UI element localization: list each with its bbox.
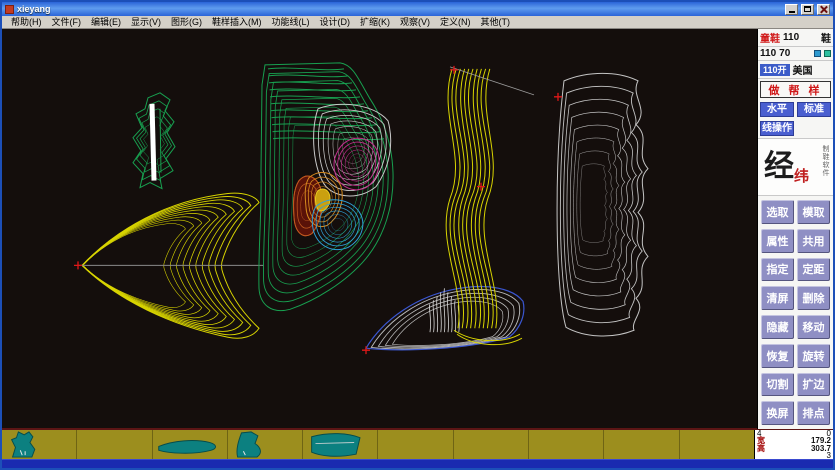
pattern-thumbnail[interactable] [303, 430, 378, 459]
tool-assign-button[interactable]: 指定 [761, 258, 794, 282]
tool-select-button[interactable]: 选取 [761, 200, 794, 224]
size-value: 110 [783, 32, 799, 43]
tool-properties-button[interactable]: 属性 [761, 229, 794, 253]
dim-b-value: 70 [779, 48, 790, 59]
tool-cut-button[interactable]: 切割 [761, 373, 794, 397]
close-button[interactable] [817, 4, 830, 15]
thumb-sole-piece-icon [153, 430, 227, 459]
pattern-thumbnail-empty[interactable] [529, 430, 604, 459]
minimize-icon [789, 11, 795, 13]
dims-row: 110 70 [758, 47, 833, 61]
grade-icon[interactable] [814, 50, 821, 57]
pattern-thumbnail-empty[interactable] [680, 430, 754, 459]
align-row: 水平 标准 [758, 100, 833, 119]
tool-sample-button[interactable]: 模取 [797, 200, 830, 224]
pattern-thumbnail-empty[interactable] [454, 430, 529, 459]
tool-fixed-distance-button[interactable]: 定距 [797, 258, 830, 282]
menubar: 帮助(H) 文件(F) 编辑(E) 显示(V) 图形(G) 鞋样插入(M) 功能… [2, 16, 833, 29]
shoe-type-label: 童鞋 [760, 30, 780, 45]
close-icon [820, 6, 827, 13]
tool-rotate-button[interactable]: 旋转 [797, 344, 830, 368]
window-title: xieyang [17, 3, 782, 15]
menu-other[interactable]: 其他(T) [477, 16, 515, 28]
minimize-button[interactable] [785, 4, 798, 15]
menu-define[interactable]: 定义(N) [436, 16, 475, 28]
height-label: 高 [757, 445, 765, 452]
size-system-button[interactable]: 110开 [760, 64, 790, 76]
right-panel: 童鞋 110 鞋 110 70 110开 美国 做 帮 样 水平 标准 线操作 [757, 29, 833, 429]
pattern-thumbnail[interactable] [228, 430, 303, 459]
tool-restore-button[interactable]: 恢复 [761, 344, 794, 368]
mode-row: 110开 美国 [758, 61, 833, 79]
thumb-upper-piece-icon [228, 430, 302, 459]
bottom-bar: 4 0 宽 179.2 高 303.7 3 [2, 429, 833, 459]
tool-hide-button[interactable]: 隐藏 [761, 315, 794, 339]
menu-observe[interactable]: 观察(V) [396, 16, 434, 28]
pattern-piece-wavy-yellow[interactable] [446, 67, 534, 345]
line-operation-button[interactable]: 线操作 [760, 121, 794, 136]
measure-icon[interactable] [824, 50, 831, 57]
tool-share-button[interactable]: 共用 [797, 229, 830, 253]
tool-button-grid: 选取 模取 属性 共用 指定 定距 清屏 删除 隐藏 移动 恢复 旋转 切割 扩… [758, 196, 833, 429]
thumb-patch-piece-icon [303, 430, 377, 459]
horizontal-button[interactable]: 水平 [760, 102, 794, 117]
pattern-piece-vamp-yellow[interactable] [78, 193, 264, 338]
pattern-thumbnail[interactable] [153, 430, 228, 459]
os-taskbar [2, 459, 833, 468]
menu-view[interactable]: 显示(V) [127, 16, 165, 28]
pattern-thumbnail-empty[interactable] [77, 430, 152, 459]
menu-pattern-insert[interactable]: 鞋样插入(M) [208, 16, 266, 28]
pattern-piece-heel-green[interactable] [133, 93, 175, 189]
menu-design[interactable]: 设计(D) [316, 16, 355, 28]
pattern-piece-quarter-gray[interactable] [557, 73, 648, 336]
menu-function-line[interactable]: 功能线(L) [268, 16, 314, 28]
pattern-thumbnail-empty[interactable] [378, 430, 453, 459]
menu-edit[interactable]: 编辑(E) [87, 16, 125, 28]
menu-graphics[interactable]: 图形(G) [167, 16, 206, 28]
app-icon [5, 5, 14, 14]
tool-expand-edge-button[interactable]: 扩边 [797, 373, 830, 397]
tool-delete-button[interactable]: 删除 [797, 286, 830, 310]
menu-scale[interactable]: 扩缩(K) [356, 16, 394, 28]
tool-move-button[interactable]: 移动 [797, 315, 830, 339]
maximize-button[interactable] [801, 4, 814, 15]
menu-help[interactable]: 帮助(H) [7, 16, 46, 28]
shoe-suffix-label: 鞋 [821, 30, 831, 45]
tool-clear-screen-button[interactable]: 清屏 [761, 286, 794, 310]
pattern-thumbnail-empty[interactable] [604, 430, 679, 459]
standard-button[interactable]: 标准 [797, 102, 831, 117]
region-label: 美国 [793, 62, 813, 77]
dim-a-value: 110 [760, 48, 776, 59]
design-canvas[interactable] [2, 29, 757, 429]
pattern-drawing [2, 29, 757, 428]
pattern-thumbnail[interactable] [2, 430, 77, 459]
size-row: 童鞋 110 鞋 [758, 29, 833, 47]
titlebar: xieyang [2, 2, 833, 16]
make-upper-button[interactable]: 做 帮 样 [760, 81, 831, 98]
coordinate-readout: 4 0 宽 179.2 高 303.7 3 [755, 430, 833, 459]
line-op-row: 线操作 [758, 119, 833, 138]
logo-secondary-character: 纬 [794, 165, 809, 186]
brand-logo: 经 纬 制鞋软件 [758, 138, 833, 196]
app-window: xieyang 帮助(H) 文件(F) 编辑(E) 显示(V) 图形(G) 鞋样… [0, 0, 835, 470]
logo-main-character: 经 [764, 141, 794, 185]
tool-switch-screen-button[interactable]: 换屏 [761, 401, 794, 425]
main-area: 童鞋 110 鞋 110 70 110开 美国 做 帮 样 水平 标准 线操作 [2, 29, 833, 429]
pattern-thumbnail-strip [2, 430, 755, 459]
status-count-bottom: 3 [827, 452, 831, 459]
tool-arrange-points-button[interactable]: 排点 [797, 401, 830, 425]
logo-caption: 制鞋软件 [820, 145, 830, 177]
thumb-boot-piece-icon [2, 430, 76, 459]
maximize-icon [804, 6, 811, 12]
menu-file[interactable]: 文件(F) [48, 16, 86, 28]
